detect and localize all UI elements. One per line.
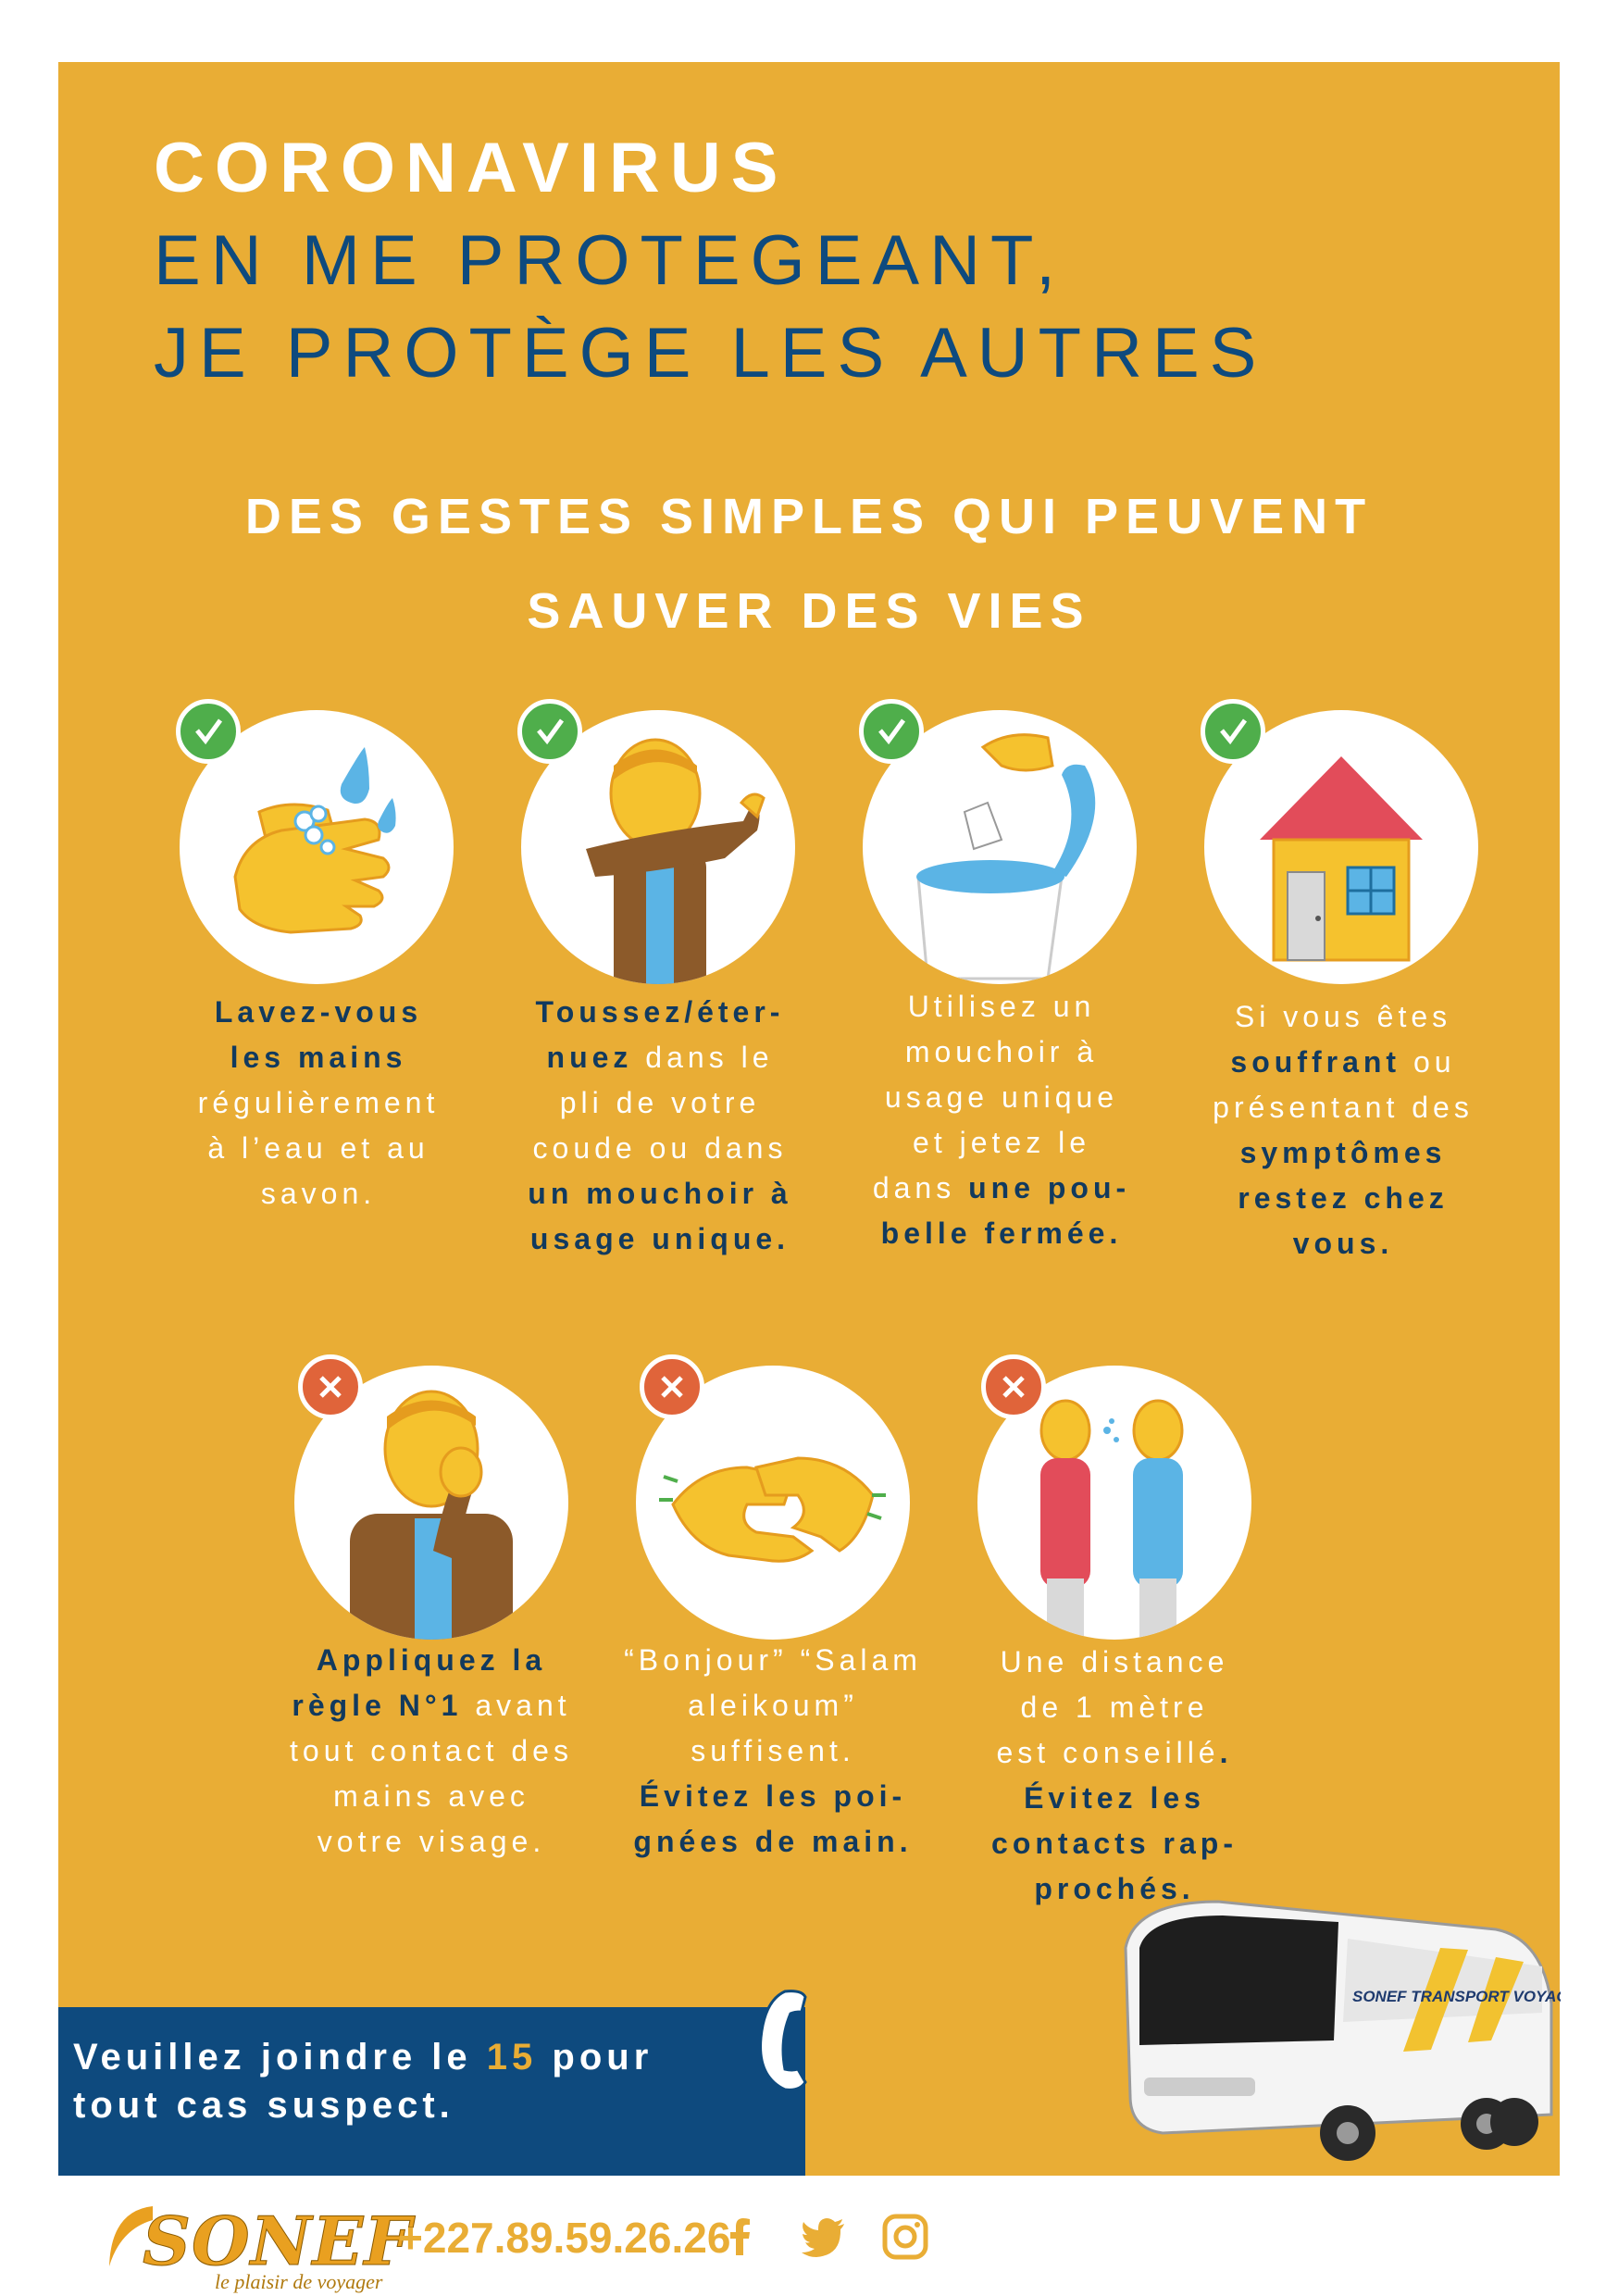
bus-livery-text: SONEF TRANSPORT VOYAGEURS (1352, 1988, 1561, 2005)
caption-stay-home: Si vous êtes souffrant ou présentant des… (1213, 1000, 1474, 1260)
caption-hand-washing: Lavez-vous les mains régulièrement à l’e… (197, 995, 440, 1210)
caption-elbow-sneeze: Toussez/éter- nuez dans le pli de votre … (528, 995, 792, 1255)
title-line-1: CORONAVIRUS (154, 129, 789, 207)
poster-subtitle: DES GESTES SIMPLES QUI PEUVENT SAUVER DE… (58, 469, 1560, 658)
title-line-2: EN ME PROTEGEANT, (154, 221, 1066, 300)
bus-illustration: SONEF TRANSPORT VOYAGEURS (1107, 1892, 1613, 2170)
facebook-icon[interactable] (715, 2211, 766, 2263)
contact-phone: +227.89.59.26.26 (398, 2214, 731, 2262)
emergency-callout: Veuillez joindre le 15 pour tout cas sus… (58, 2007, 805, 2176)
logo-tagline: le plaisir de voyager (215, 2270, 383, 2293)
sonef-logo: SONEF le plaisir de voyager (102, 2202, 412, 2294)
check-icon (176, 699, 241, 764)
caption-face-touch: Appliquez la règle N°1 avant tout contac… (290, 1643, 573, 1858)
caption-distance: Une distance de 1 mètre est conseillé. É… (991, 1645, 1238, 1905)
cross-icon (981, 1354, 1046, 1419)
emergency-number: 15 (486, 2037, 538, 2078)
check-icon (1201, 699, 1265, 764)
cross-icon (640, 1354, 704, 1419)
subtitle-line-2: SAUVER DES VIES (527, 583, 1091, 639)
caption-tissue-bin: Utilisez un mouchoir à usage unique et j… (872, 990, 1131, 1250)
caption-handshake: “Bonjour” “Salam aleikoum” suffisent. Év… (624, 1643, 922, 1858)
emergency-text: Veuillez joindre le 15 pour tout cas sus… (73, 2037, 653, 2126)
twitter-icon[interactable] (798, 2211, 850, 2263)
poster-title: CORONAVIRUS EN ME PROTEGEANT, JE PROTÈGE… (154, 122, 1266, 400)
phone-handset-icon (748, 1984, 822, 2095)
cross-icon (298, 1354, 363, 1419)
check-icon (517, 699, 582, 764)
title-line-3: JE PROTÈGE LES AUTRES (154, 314, 1267, 393)
check-icon (859, 699, 924, 764)
subtitle-line-1: DES GESTES SIMPLES QUI PEUVENT (244, 489, 1374, 544)
footer: SONEF le plaisir de voyager +227.89.59.2… (0, 2176, 1618, 2296)
instagram-icon[interactable] (879, 2211, 931, 2263)
poster-background: CORONAVIRUS EN ME PROTEGEANT, JE PROTÈGE… (58, 62, 1560, 2176)
